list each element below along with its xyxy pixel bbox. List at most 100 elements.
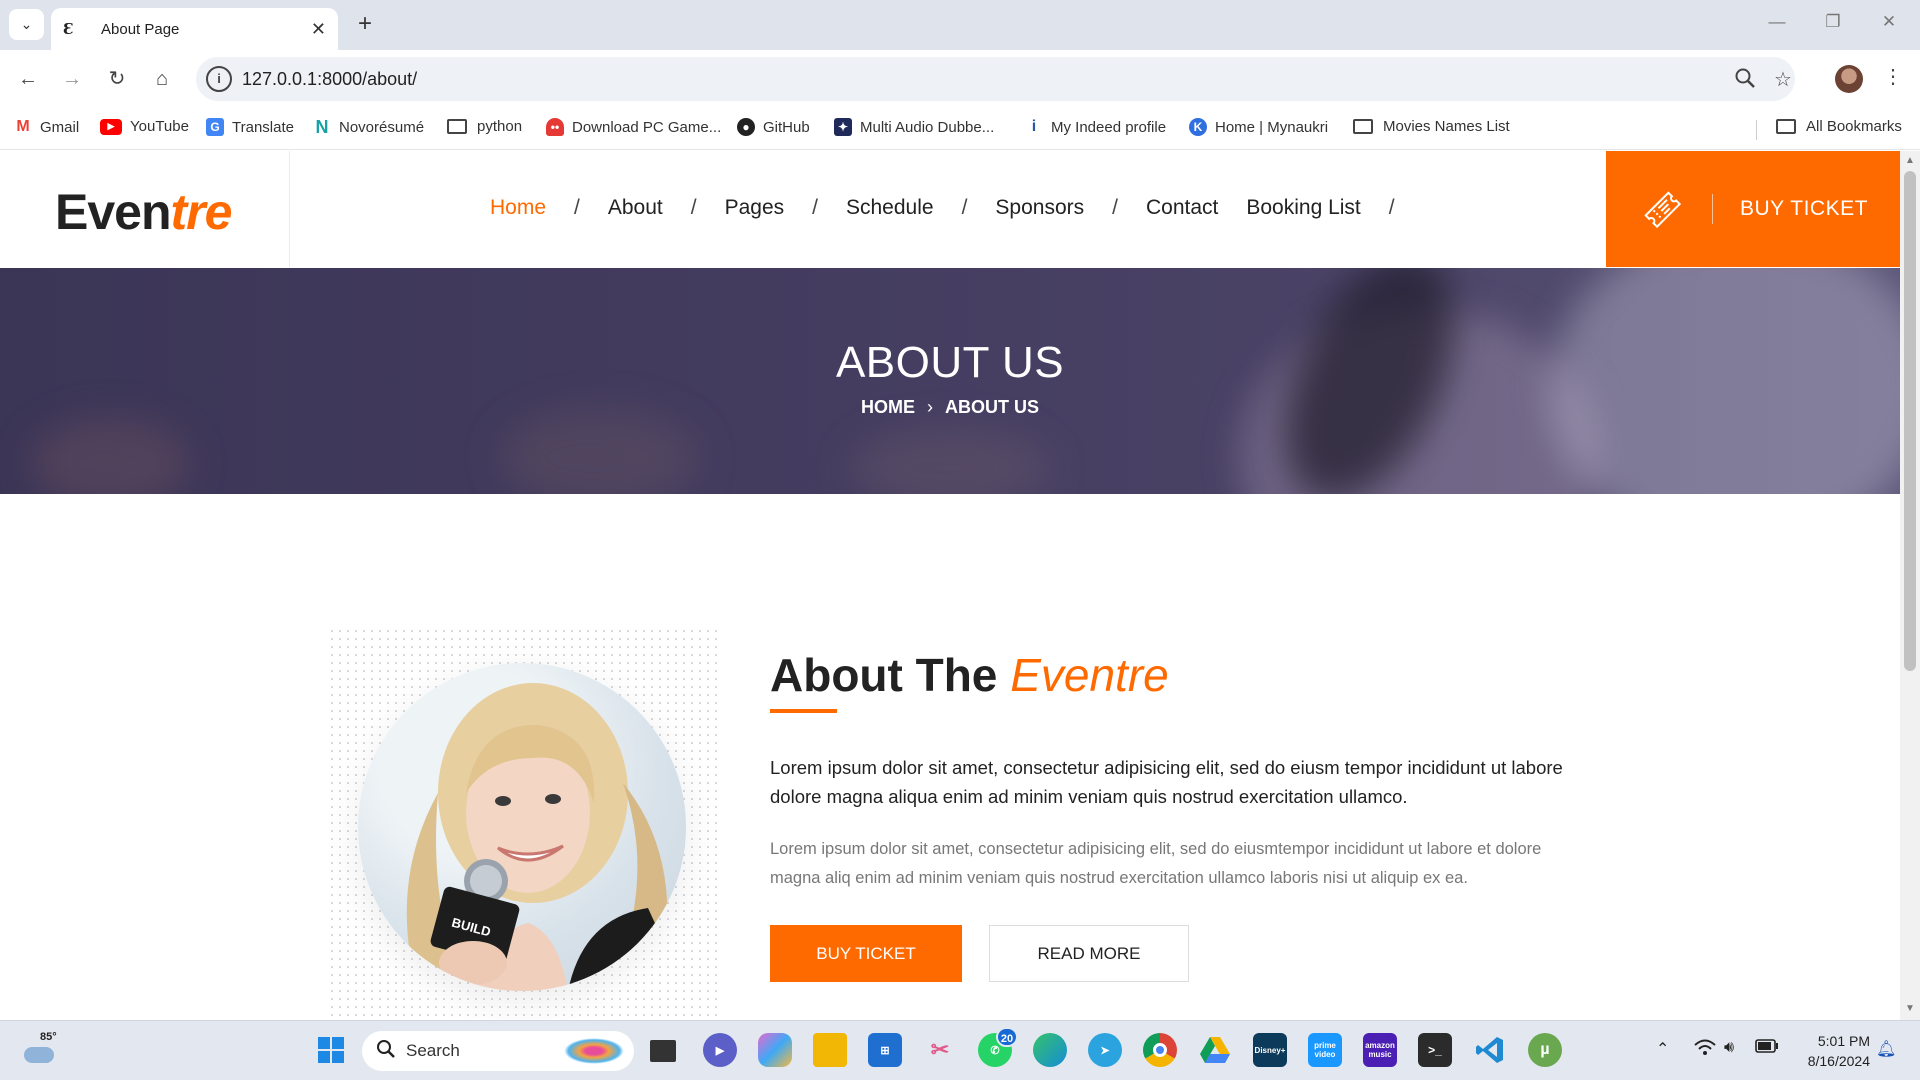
bookmark-youtube[interactable]: ▶ YouTube: [100, 118, 189, 135]
breadcrumb-home[interactable]: HOME: [861, 397, 915, 417]
browser-tab-bar: ⌄ Ɛ About Page ✕ + — ❐ ✕: [0, 0, 1920, 50]
teams-meet-icon[interactable]: ▶: [703, 1033, 737, 1067]
bookmark-translate[interactable]: G Translate: [206, 118, 294, 136]
bookmark-download-pc-games[interactable]: •• Download PC Game...: [546, 118, 721, 136]
whatsapp-icon[interactable]: ✆ 20: [978, 1027, 1018, 1067]
bookmark-mynaukri[interactable]: K Home | Mynaukri: [1189, 118, 1328, 136]
restore-window-button[interactable]: ❐: [1818, 12, 1848, 32]
scroll-up-arrow-icon[interactable]: ▲: [1905, 155, 1915, 166]
translate-icon: G: [206, 118, 224, 136]
chevron-right-icon: ›: [927, 397, 933, 417]
nav-about[interactable]: About: [608, 196, 663, 220]
home-button[interactable]: ⌂: [147, 64, 177, 94]
show-hidden-icons-chevron-up-icon[interactable]: ⌃: [1656, 1039, 1669, 1059]
back-button[interactable]: ←: [13, 64, 43, 94]
search-highlight-image: [564, 1038, 624, 1064]
nav-separator: /: [574, 196, 580, 219]
snipping-tool-icon[interactable]: ✂: [923, 1033, 957, 1067]
reload-button[interactable]: ↻: [102, 64, 132, 94]
weather-widget[interactable]: 85°: [22, 1031, 62, 1069]
nav-separator: /: [690, 196, 697, 219]
bookmark-star-icon[interactable]: ☆: [1774, 67, 1792, 92]
amazon-music-icon[interactable]: amazon music: [1363, 1033, 1397, 1067]
forward-button[interactable]: →: [57, 64, 87, 94]
bookmark-multi-audio[interactable]: ✦ Multi Audio Dubbe...: [834, 118, 994, 136]
bookmark-novoresume[interactable]: N Novorésumé: [313, 116, 425, 137]
zoom-icon[interactable]: [1734, 67, 1756, 95]
nav-separator: /: [812, 196, 818, 219]
nav-schedule[interactable]: Schedule: [846, 196, 934, 220]
logo-text: Even: [55, 184, 172, 240]
windows-start-icon[interactable]: [314, 1033, 348, 1067]
copilot-icon[interactable]: [758, 1033, 792, 1067]
bookmark-indeed[interactable]: i My Indeed profile: [1025, 118, 1166, 136]
bookmark-folder-python[interactable]: python: [447, 118, 522, 135]
disney-plus-icon[interactable]: Disney+: [1253, 1033, 1287, 1067]
all-bookmarks[interactable]: All Bookmarks: [1776, 118, 1902, 135]
minimize-window-button[interactable]: —: [1762, 12, 1792, 32]
folder-icon: [1353, 119, 1373, 134]
file-explorer-icon[interactable]: [813, 1033, 847, 1067]
google-drive-icon[interactable]: [1198, 1033, 1232, 1067]
tab-search-button[interactable]: ⌄: [9, 9, 44, 40]
bookmark-github[interactable]: ● GitHub: [737, 118, 810, 136]
scroll-down-arrow-icon[interactable]: ▼: [1905, 1003, 1915, 1014]
edge-icon[interactable]: [1033, 1033, 1067, 1067]
read-more-button[interactable]: READ MORE: [989, 925, 1189, 982]
browser-tab-active[interactable]: Ɛ About Page ✕: [51, 8, 338, 50]
breadcrumb-current: ABOUT US: [945, 397, 1039, 417]
nav-home[interactable]: Home: [490, 196, 546, 220]
novoresume-icon: N: [315, 116, 329, 137]
logo-accent-text: tre: [170, 184, 233, 240]
about-image-block: BUILD: [328, 627, 718, 1019]
prime-video-icon[interactable]: prime video: [1308, 1033, 1342, 1067]
terminal-icon[interactable]: >_: [1418, 1033, 1452, 1067]
address-bar[interactable]: i 127.0.0.1:8000/about/ ☆: [196, 57, 1795, 101]
system-clock[interactable]: 5:01 PM 8/16/2024: [1790, 1031, 1870, 1071]
nav-booking-list[interactable]: Booking List: [1246, 196, 1360, 220]
banner-crowd-shape: [500, 408, 700, 494]
folder-icon: [1776, 119, 1796, 134]
scrollbar-thumb[interactable]: [1904, 171, 1916, 671]
url-text[interactable]: 127.0.0.1:8000/about/: [242, 69, 417, 90]
speaker-illustration: BUILD: [406, 683, 686, 991]
utorrent-icon[interactable]: µ: [1528, 1033, 1562, 1067]
bookmark-folder-movies[interactable]: Movies Names List: [1353, 118, 1510, 135]
browser-menu-icon[interactable]: ⋮: [1883, 64, 1903, 89]
buy-ticket-button[interactable]: BUY TICKET: [770, 925, 962, 982]
wifi-icon[interactable]: [1694, 1039, 1716, 1062]
nav-sponsors[interactable]: Sponsors: [995, 196, 1084, 220]
ghost-icon: ••: [546, 118, 564, 136]
close-tab-icon[interactable]: ✕: [311, 19, 326, 40]
speaker-photo: BUILD: [358, 663, 686, 991]
volume-icon[interactable]: 🔊︎: [1724, 1039, 1734, 1057]
nav-pages[interactable]: Pages: [725, 196, 785, 220]
windows-taskbar: 85° Search ▶ ⊞ ✂ ✆ 20 ➤ Disney+ prime vi…: [0, 1020, 1920, 1080]
site-info-icon[interactable]: i: [206, 66, 232, 92]
new-tab-button[interactable]: +: [353, 10, 377, 38]
about-heading-text: About The: [770, 649, 1011, 701]
nav-separator: /: [1112, 196, 1118, 219]
about-lead-paragraph: Lorem ipsum dolor sit amet, consectetur …: [770, 757, 1563, 807]
telegram-icon[interactable]: ➤: [1088, 1033, 1122, 1067]
profile-avatar[interactable]: [1835, 65, 1863, 93]
bookmark-label: Download PC Game...: [572, 118, 722, 136]
task-view-icon[interactable]: [650, 1040, 676, 1062]
chrome-icon[interactable]: [1143, 1033, 1177, 1067]
site-logo[interactable]: Eventre: [55, 183, 233, 241]
nav-contact[interactable]: Contact: [1146, 196, 1218, 220]
naukri-icon: K: [1189, 118, 1207, 136]
microsoft-store-icon[interactable]: ⊞: [868, 1033, 902, 1067]
vscode-icon[interactable]: [1473, 1033, 1507, 1067]
battery-icon[interactable]: [1755, 1039, 1779, 1058]
site-header: Eventre Home / About / Pages / Schedule …: [0, 151, 1900, 267]
page-scrollbar[interactable]: ▲ ▼: [1900, 151, 1920, 1020]
taskbar-search[interactable]: Search: [362, 1031, 634, 1071]
bookmark-gmail[interactable]: M Gmail: [14, 118, 79, 136]
notifications-bell-icon[interactable]: 🔔︎: [1876, 1039, 1896, 1059]
dubbing-icon: ✦: [834, 118, 852, 136]
tab-title: About Page: [101, 20, 180, 38]
header-buy-ticket-button[interactable]: BUY TICKET: [1606, 151, 1900, 267]
page-banner: ABOUT US HOME › ABOUT US: [0, 268, 1900, 494]
close-window-button[interactable]: ✕: [1874, 12, 1904, 32]
